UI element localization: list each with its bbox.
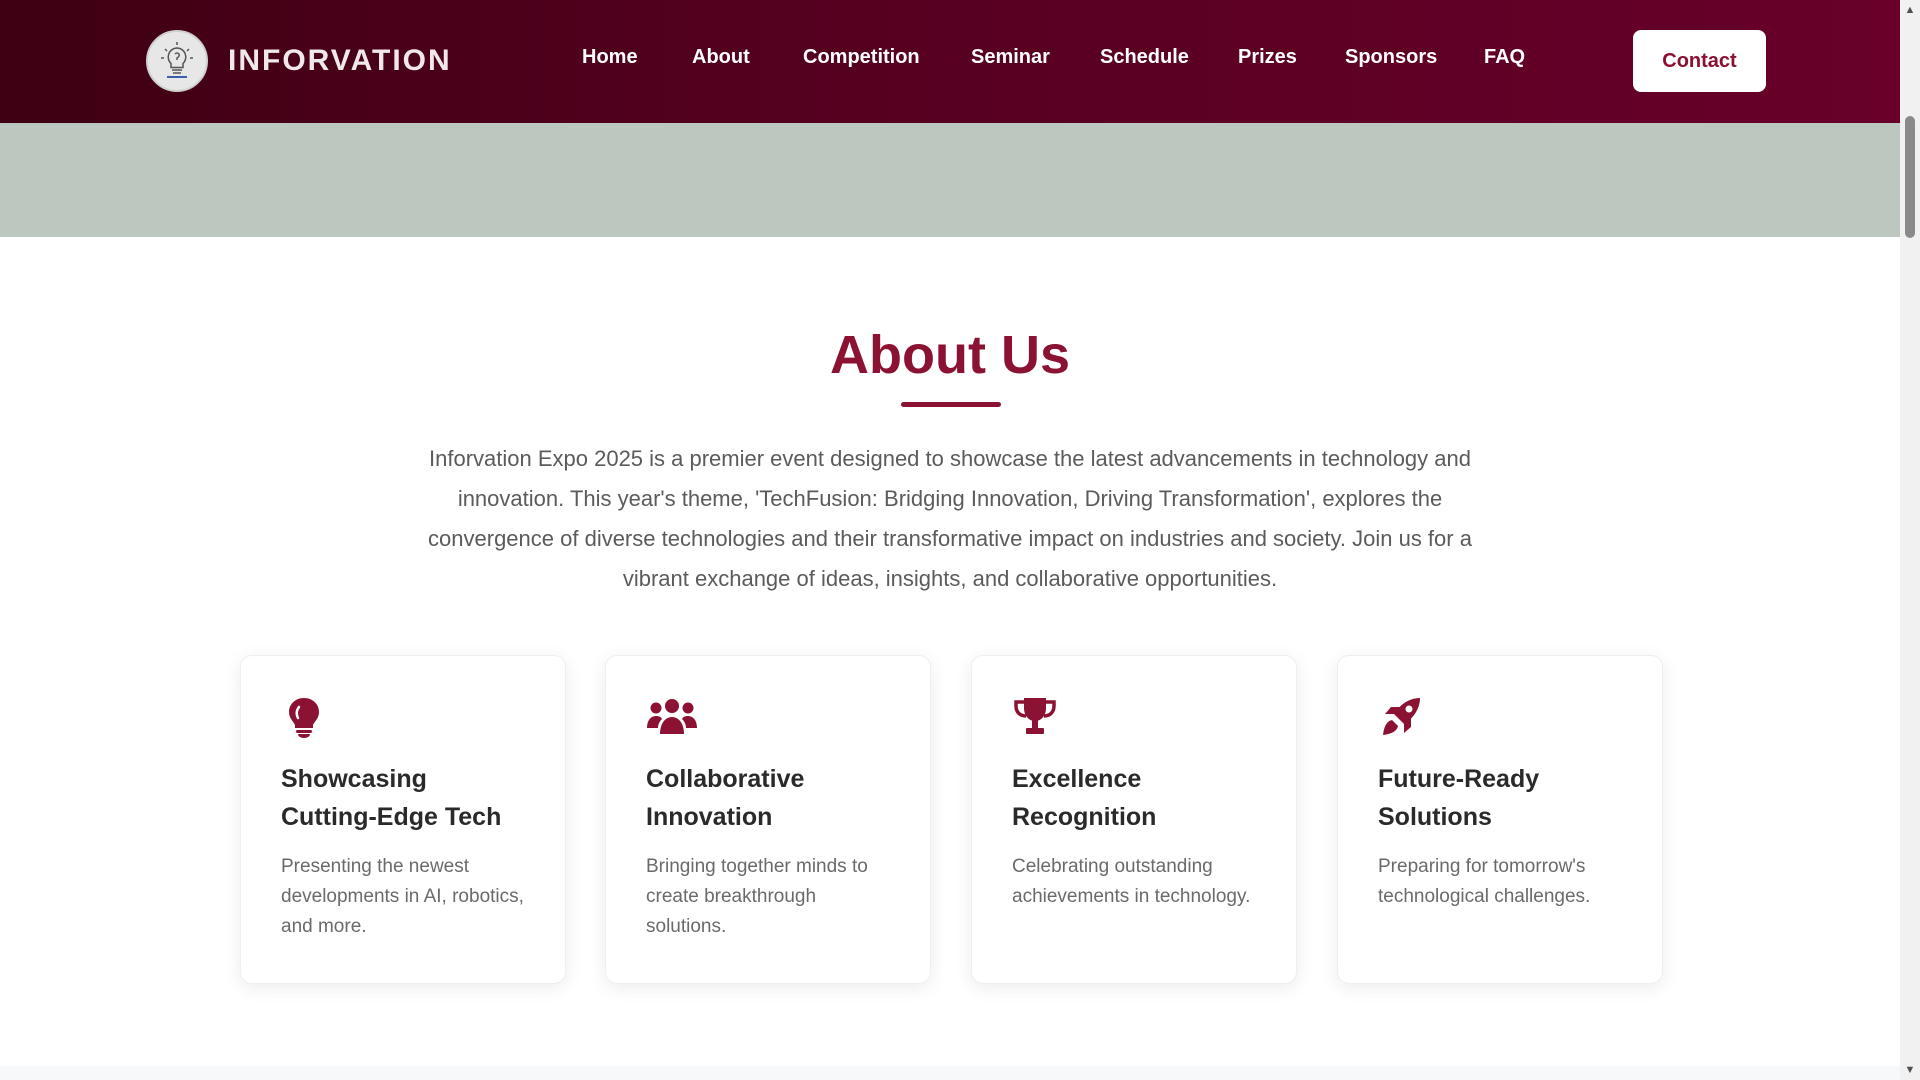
nav-link-competition[interactable]: Competition: [803, 46, 920, 69]
navbar: INFORVATION Home About Competition Semin…: [0, 0, 1900, 123]
card-title: Showcasing Cutting-Edge Tech: [281, 765, 502, 831]
about-description: Inforvation Expo 2025 is a premier event…: [428, 446, 1472, 591]
nav-link-home[interactable]: Home: [582, 46, 638, 69]
scroll-down-arrow-icon[interactable]: ▼: [1900, 1060, 1920, 1080]
card-title: Excellence Recognition: [1012, 765, 1157, 831]
feature-card-future: Future-Ready Solutions Preparing for tom…: [1337, 655, 1663, 984]
feature-card-tech: Showcasing Cutting-Edge Tech Presenting …: [240, 655, 566, 984]
feature-card-collaboration: Collaborative Innovation Bringing togeth…: [605, 655, 931, 984]
title-divider: [901, 402, 1001, 407]
main-nav: Home About Competition Seminar Schedule …: [0, 0, 1900, 123]
section-title: About Us: [830, 325, 1070, 385]
contact-button[interactable]: Contact: [1633, 30, 1766, 92]
card-title: Collaborative Innovation: [646, 765, 805, 831]
next-section-edge: [0, 1066, 1900, 1080]
feature-card-excellence: Excellence Recognition Celebrating outst…: [971, 655, 1297, 984]
scrollbar-thumb[interactable]: [1905, 116, 1915, 238]
page-scrollbar[interactable]: ▲ ▼: [1900, 0, 1920, 1080]
card-title: Future-Ready Solutions: [1378, 765, 1540, 831]
card-text: Preparing for tomorrow's technological c…: [1378, 856, 1591, 907]
page-viewport: INFORVATION Home About Competition Semin…: [0, 0, 1900, 1080]
card-text: Celebrating outstanding achievements in …: [1012, 856, 1251, 907]
nav-link-about[interactable]: About: [692, 46, 750, 69]
nav-link-seminar[interactable]: Seminar: [971, 46, 1050, 69]
nav-link-prizes[interactable]: Prizes: [1238, 46, 1297, 69]
nav-link-sponsors[interactable]: Sponsors: [1345, 46, 1437, 69]
nav-link-faq[interactable]: FAQ: [1484, 46, 1525, 69]
nav-link-schedule[interactable]: Schedule: [1100, 46, 1189, 69]
scroll-up-arrow-icon[interactable]: ▲: [1900, 0, 1920, 20]
hero-section: [0, 123, 1900, 237]
rocket-icon: [1383, 698, 1420, 735]
trophy-icon: [1014, 698, 1056, 734]
users-icon: [647, 699, 697, 734]
card-text: Presenting the newest developments in AI…: [281, 856, 524, 937]
lightbulb-icon: [289, 698, 319, 738]
card-text: Bringing together minds to create breakt…: [646, 856, 868, 937]
